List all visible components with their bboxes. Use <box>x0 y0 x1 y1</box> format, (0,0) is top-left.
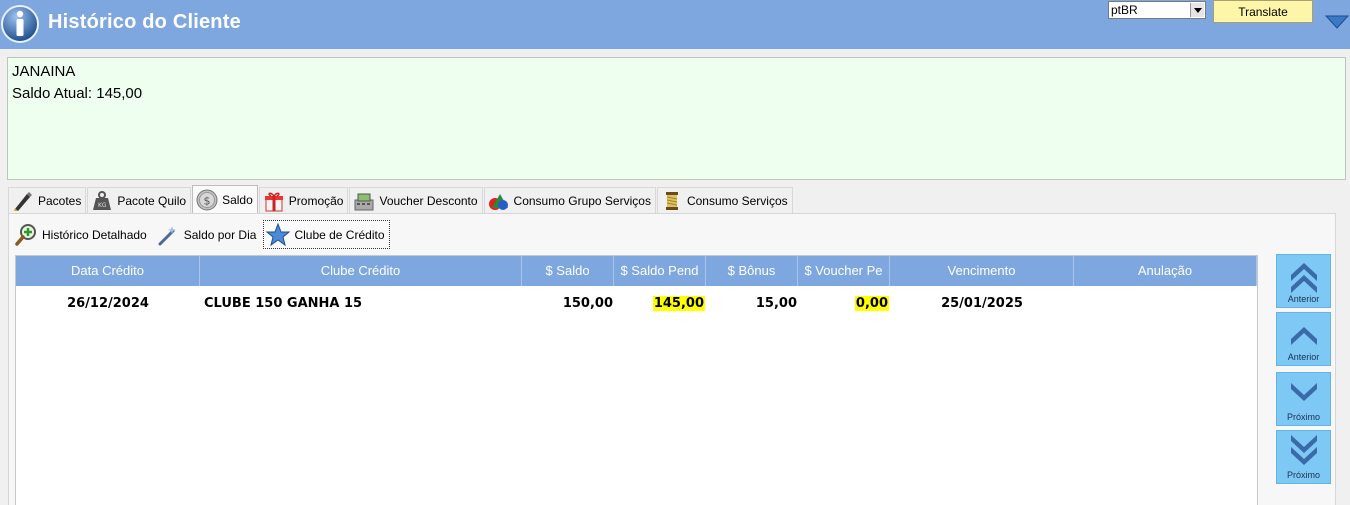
chevron-down-icon[interactable] <box>1190 3 1204 17</box>
tab-pacote-quilo[interactable]: KG Pacote Quilo <box>87 187 192 214</box>
last-record-label: Próximo <box>1286 470 1320 480</box>
language-select-value: ptBR <box>1111 3 1138 17</box>
cell-bonus: 15,00 <box>755 296 797 311</box>
column-header[interactable]: $ Bônus <box>706 256 798 286</box>
subtab-saldo-por-dia[interactable]: Saldo por Dia <box>154 220 260 249</box>
star-icon <box>266 222 291 246</box>
first-record-label: Anterior <box>1287 294 1320 304</box>
first-record-button[interactable]: Anterior <box>1276 254 1331 308</box>
pen-icon <box>14 192 32 211</box>
sub-tabs: Histórico Detalhado Saldo por Dia Clube … <box>12 220 394 250</box>
column-header[interactable]: Data Crédito <box>16 256 200 286</box>
tab-consumo-servicos[interactable]: Consumo Serviços <box>656 187 793 214</box>
page-title: Histórico do Cliente <box>48 11 241 33</box>
column-header[interactable]: Anulação <box>1074 256 1257 286</box>
double-chevron-down-icon <box>1291 435 1317 465</box>
cell-saldo-pend: 145,00 <box>614 292 706 316</box>
title-bar: Histórico do Cliente ptBR Translate <box>0 0 1350 49</box>
coin-icon: $ <box>196 189 218 210</box>
magnifier-plus-icon <box>15 223 36 246</box>
column-header[interactable]: $ Saldo <box>522 256 614 286</box>
cell-voucher-pe: 0,00 <box>798 292 890 316</box>
weight-icon: KG <box>93 191 112 210</box>
cell-data-credito: 26/12/2024 <box>67 296 149 311</box>
info-icon <box>1 5 39 43</box>
language-select[interactable]: ptBR <box>1108 1 1206 19</box>
subtab-clube-de-credito[interactable]: Clube de Crédito <box>263 220 390 249</box>
table-row[interactable]: 26/12/2024 CLUBE 150 GANHA 15 150,00 145… <box>16 292 1257 316</box>
next-record-button[interactable]: Próximo <box>1276 372 1331 426</box>
subtab-historico-detalhado[interactable]: Histórico Detalhado <box>12 220 150 249</box>
chevron-up-icon <box>1291 327 1317 345</box>
credit-club-grid[interactable]: Data Crédito Clube Crédito $ Saldo $ Sal… <box>15 255 1258 505</box>
highlighted-value: 145,00 <box>652 296 705 311</box>
client-balance: Saldo Atual: 145,00 <box>12 85 143 102</box>
last-record-button[interactable]: Próximo <box>1276 430 1331 484</box>
tab-saldo[interactable]: $ Saldo <box>192 185 258 213</box>
grid-header: Data Crédito Clube Crédito $ Saldo $ Sal… <box>16 256 1257 286</box>
shapes-icon <box>488 194 508 210</box>
column-header[interactable]: $ Voucher Pe <box>798 256 890 286</box>
thread-spool-icon <box>665 192 678 210</box>
tab-promocao[interactable]: Promoção <box>258 187 349 214</box>
svg-text:KG: KG <box>98 202 107 209</box>
tab-pacotes[interactable]: Pacotes <box>8 187 87 214</box>
dropdown-triangle-icon[interactable] <box>1325 15 1349 29</box>
cell-anulacao <box>1074 292 1257 316</box>
previous-record-button[interactable]: Anterior <box>1276 312 1331 366</box>
column-header[interactable]: Vencimento <box>890 256 1074 286</box>
svg-text:$: $ <box>204 194 211 207</box>
chevron-down-icon <box>1291 383 1317 401</box>
translate-button[interactable]: Translate <box>1213 0 1313 23</box>
cell-vencimento: 25/01/2025 <box>941 296 1023 311</box>
cell-clube-credito: CLUBE 150 GANHA 15 <box>204 296 363 311</box>
cell-saldo: 150,00 <box>562 296 613 311</box>
main-tabs: Pacotes KG Pacote Quilo $ Saldo Promoção… <box>8 185 794 214</box>
gift-icon <box>264 192 283 212</box>
tab-voucher-desconto[interactable]: Voucher Desconto <box>349 187 483 214</box>
tab-consumo-grupo-servicos[interactable]: Consumo Grupo Serviços <box>483 187 656 214</box>
next-record-label: Próximo <box>1286 412 1320 422</box>
column-header[interactable]: Clube Crédito <box>200 256 522 286</box>
previous-record-label: Anterior <box>1287 352 1320 362</box>
client-info-box: JANAINA Saldo Atual: 145,00 <box>7 57 1346 180</box>
magic-wand-icon <box>158 225 176 245</box>
double-chevron-up-icon <box>1291 263 1317 293</box>
cash-register-icon <box>354 193 374 211</box>
column-header[interactable]: $ Saldo Pend <box>614 256 706 286</box>
highlighted-value: 0,00 <box>854 296 889 311</box>
client-name: JANAINA <box>12 63 76 80</box>
